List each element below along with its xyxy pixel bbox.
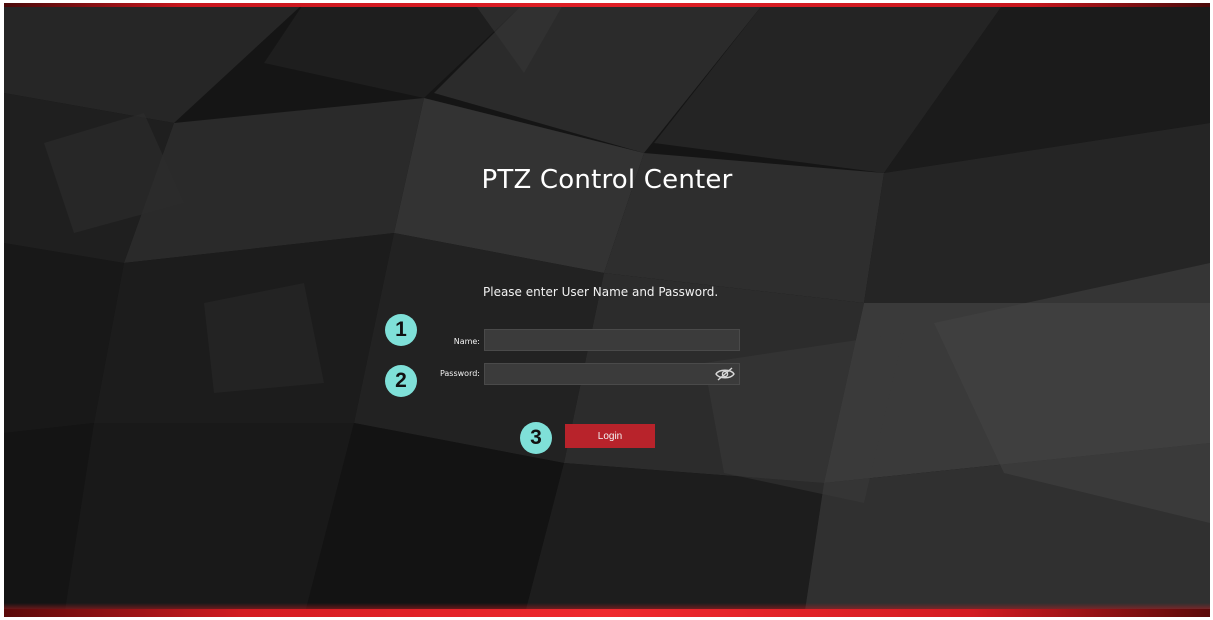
annotation-badge-2: 2 xyxy=(385,365,417,397)
annotation-badge-3: 3 xyxy=(520,422,552,454)
eye-slash-icon[interactable] xyxy=(714,366,736,382)
annotation-badge-1: 1 xyxy=(385,314,417,346)
bottom-accent-bar xyxy=(4,609,1210,617)
polygon-background xyxy=(4,3,1210,617)
password-label: Password: xyxy=(439,369,480,378)
password-input[interactable] xyxy=(484,363,740,385)
login-screen: PTZ Control Center Please enter User Nam… xyxy=(4,3,1210,617)
page-title: PTZ Control Center xyxy=(481,165,733,195)
login-button[interactable]: Login xyxy=(565,424,655,448)
name-label: Name: xyxy=(453,337,480,346)
name-input[interactable] xyxy=(484,329,740,351)
login-prompt: Please enter User Name and Password. xyxy=(483,285,719,299)
top-accent-bar xyxy=(4,3,1210,7)
